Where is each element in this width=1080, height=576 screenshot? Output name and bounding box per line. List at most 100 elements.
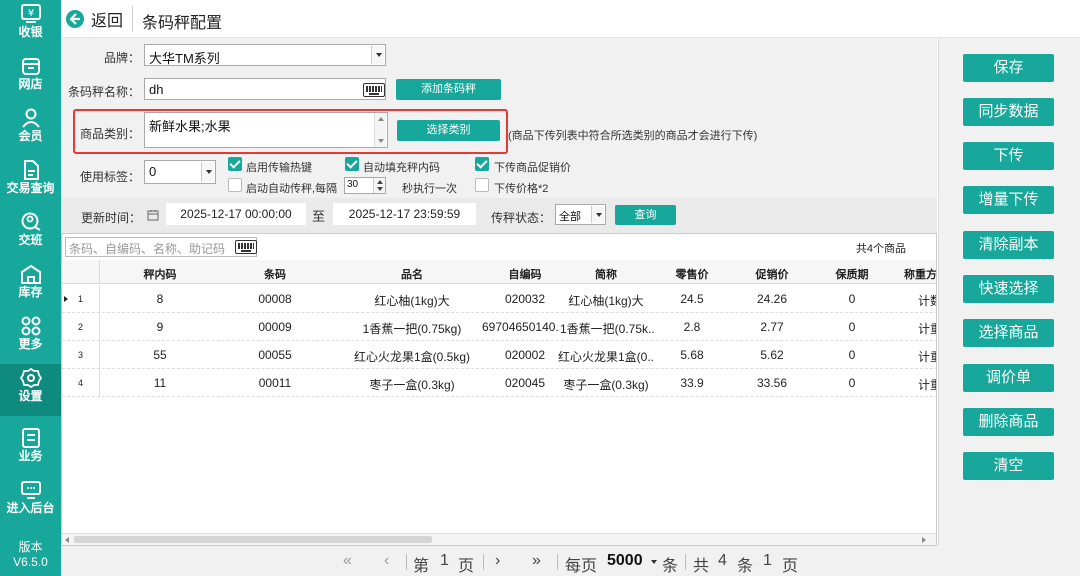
col-promo-price[interactable]: 促销价 (742, 266, 802, 282)
back-arrow-icon (66, 10, 84, 28)
nav-item-backend[interactable]: 进入后台 (0, 476, 61, 528)
select-products-button[interactable]: 选择商品 (963, 319, 1054, 347)
row-pointer-icon (64, 296, 68, 302)
auto-fill-checkbox[interactable] (345, 157, 359, 171)
prev-page-button[interactable]: ‹ (384, 552, 389, 570)
sync-data-button[interactable]: 同步数据 (963, 98, 1054, 126)
next-page-button[interactable]: › (495, 552, 500, 570)
quick-select-button[interactable]: 快速选择 (963, 275, 1054, 303)
clear-copy-button[interactable]: 清除副本 (963, 231, 1054, 259)
scroll-left-icon[interactable] (65, 537, 69, 543)
keyboard-icon[interactable] (363, 83, 385, 97)
nav-label: 交班 (18, 233, 43, 247)
category-scrollbar[interactable] (374, 113, 386, 147)
member-icon (21, 108, 40, 128)
horizontal-scrollbar[interactable] (62, 533, 936, 545)
cell-name: 红心火龙果1盒(0.5kg) (353, 350, 471, 364)
col-name[interactable]: 品名 (352, 266, 472, 282)
col-short-name[interactable]: 简称 (560, 266, 652, 282)
cell-barcode: 00055 (258, 348, 292, 362)
download-button[interactable]: 下传 (963, 142, 1054, 170)
date-to-label: 至 (312, 209, 326, 224)
tag-select[interactable]: 0 (144, 160, 216, 184)
table-row[interactable]: 4 11 00011 枣子一盒(0.3kg) 020045 枣子一盒(0.3kg… (62, 369, 936, 397)
clear-button[interactable]: 清空 (963, 452, 1054, 480)
nav-item-member[interactable]: 会员 (0, 104, 61, 156)
interval-value: 30 (347, 179, 359, 190)
nav-item-business[interactable]: 业务 (0, 424, 61, 476)
col-retail-price[interactable]: 零售价 (662, 266, 722, 282)
category-value: 新鲜水果;水果 (149, 119, 231, 134)
col-barcode[interactable]: 条码 (235, 266, 315, 282)
page-prefix: 第 (413, 558, 430, 575)
product-table: 条码、自编码、名称、助记码 共4个商品 秤内码 条码 品名 自编码 简称 零售价… (61, 233, 937, 546)
document-icon (23, 160, 39, 180)
scroll-right-icon[interactable] (922, 537, 926, 543)
tag-value: 0 (149, 164, 157, 179)
col-weigh-mode[interactable]: 称重方 (904, 266, 936, 282)
date-from[interactable]: 2025-12-17 00:00:00 (166, 203, 306, 225)
table-row[interactable]: 1 8 00008 红心柚(1kg)大 020032 红心柚(1kg)大 24.… (62, 285, 936, 313)
first-page-button[interactable]: « (343, 552, 352, 570)
version-label: 版本 (18, 540, 43, 554)
nav-item-shift[interactable]: 交班 (0, 208, 61, 260)
col-plu[interactable]: 秤内码 (120, 266, 200, 282)
delete-products-button[interactable]: 删除商品 (963, 408, 1054, 436)
back-button[interactable]: 返回 (65, 7, 123, 31)
date-to[interactable]: 2025-12-17 23:59:59 (333, 203, 476, 225)
cell-weigh-mode: 计重 (918, 350, 936, 364)
query-button[interactable]: 查询 (615, 205, 676, 225)
scroll-thumb[interactable] (74, 536, 432, 543)
cashier-icon: ¥ (20, 4, 41, 23)
col-code[interactable]: 自编码 (490, 266, 560, 282)
hotkey-checkbox[interactable] (228, 157, 242, 171)
scale-name-label: 条码秤名称： (67, 85, 140, 99)
select-category-button[interactable]: 选择类别 (397, 120, 500, 141)
keyboard-icon[interactable] (235, 240, 257, 254)
nav-item-transactions[interactable]: 交易查询 (0, 156, 61, 208)
price-adjust-button[interactable]: 调价单 (963, 364, 1054, 392)
current-page[interactable]: 1 (440, 552, 449, 570)
interval-suffix: 秒执行一次 (402, 183, 457, 195)
cell-barcode: 00011 (258, 376, 292, 390)
cell-promo-price: 33.56 (756, 376, 788, 390)
table-row[interactable]: 2 9 00009 1香蕉一把(0.75kg) 69704650140... 1… (62, 313, 936, 341)
incremental-download-button[interactable]: 增量下传 (963, 186, 1054, 214)
total-pages: 1 (763, 552, 772, 569)
price-double-label: 下传价格*2 (494, 183, 549, 195)
nav-item-inventory[interactable]: 库存 (0, 260, 61, 312)
monitor-icon (20, 481, 41, 499)
version-number: V6.5.0 (13, 555, 48, 569)
page-title: 条码秤配置 (142, 15, 223, 32)
status-select[interactable]: 全部 (555, 204, 606, 225)
add-scale-button[interactable]: 添加条码秤 (396, 79, 501, 100)
col-shelf-life[interactable]: 保质期 (822, 266, 882, 282)
nav-item-settings[interactable]: 设置 (0, 364, 61, 416)
interval-input[interactable]: 30 (344, 177, 386, 194)
hotkey-label: 启用传输热键 (246, 162, 312, 174)
category-textarea[interactable]: 新鲜水果;水果 (144, 112, 388, 148)
save-button[interactable]: 保存 (963, 54, 1054, 82)
scale-name-input[interactable]: dh (144, 78, 386, 100)
last-page-button[interactable]: » (532, 552, 541, 570)
nav-item-more[interactable]: 更多 (0, 312, 61, 364)
chevron-down-icon (201, 162, 214, 182)
brand-select[interactable]: 大华TM系列 (144, 44, 386, 66)
table-row[interactable]: 3 55 00055 红心火龙果1盒(0.5kg) 020002 红心火龙果1盒… (62, 341, 936, 369)
table-search-input[interactable]: 条码、自编码、名称、助记码 (65, 237, 257, 257)
pager-divider (483, 554, 484, 570)
chevron-down-icon (371, 46, 384, 64)
price-double-checkbox[interactable] (475, 178, 489, 192)
row-number-header (62, 260, 100, 284)
cell-weigh-mode: 计重 (918, 322, 936, 336)
auto-send-checkbox[interactable] (228, 178, 242, 192)
chevron-down-icon[interactable] (651, 560, 657, 564)
calendar-icon[interactable] (147, 209, 159, 221)
category-label: 商品类别： (79, 127, 140, 141)
promo-price-checkbox[interactable] (475, 157, 489, 171)
cell-shelf-life: 0 (848, 348, 856, 362)
spinner-icon[interactable] (373, 178, 385, 193)
nav-item-cashier[interactable]: ¥ 收银 (0, 0, 61, 52)
per-page-select[interactable]: 5000 (607, 552, 643, 570)
nav-item-shop[interactable]: 网店 (0, 52, 61, 104)
